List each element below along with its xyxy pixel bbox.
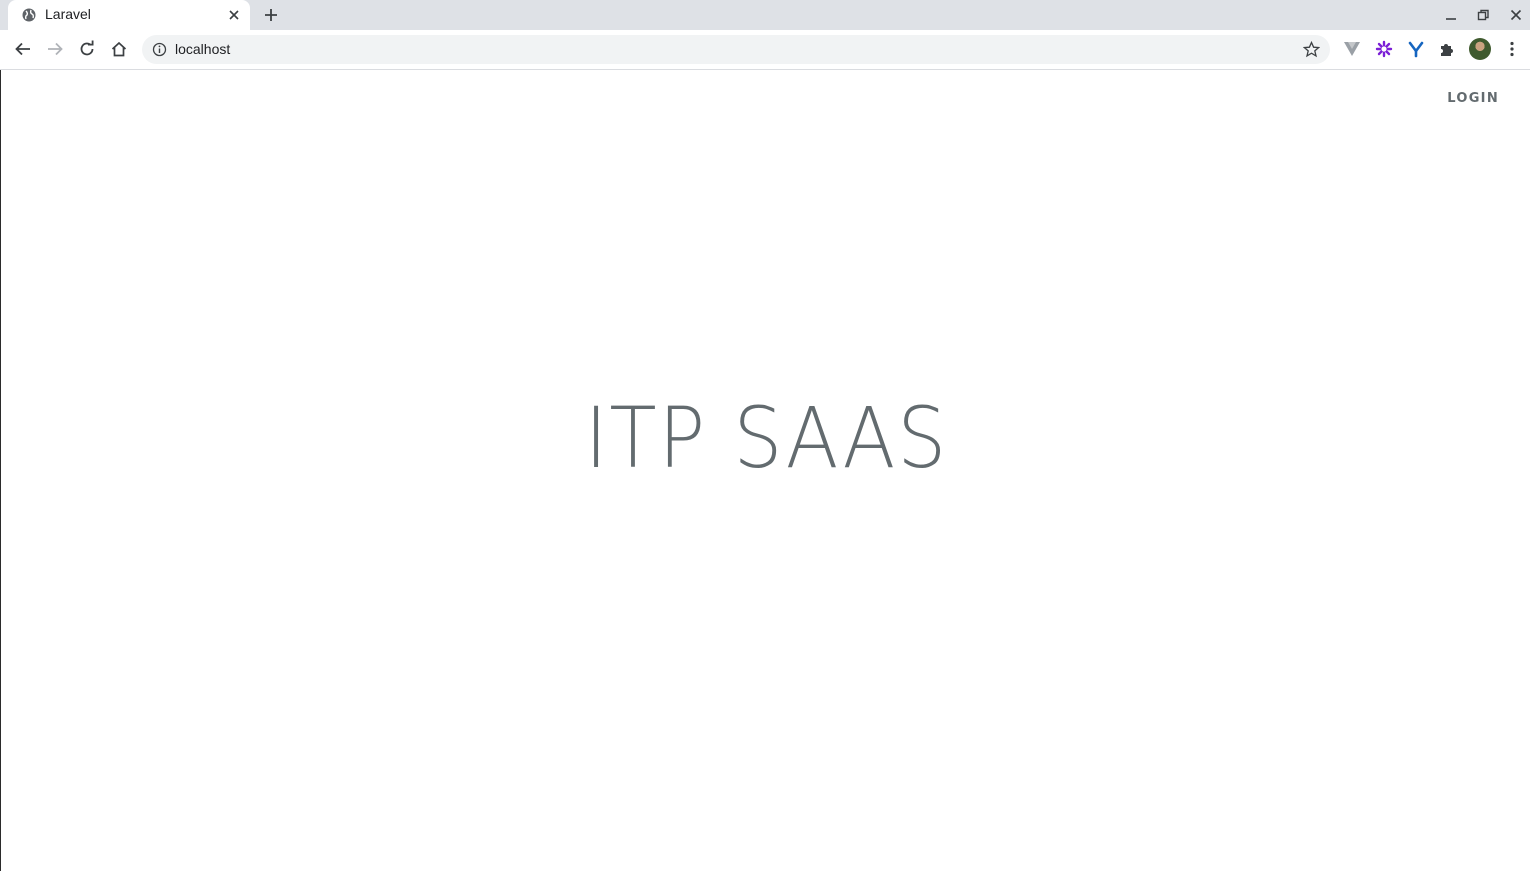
page-viewport: Login ITP SAAS: [0, 70, 1530, 871]
plus-icon[interactable]: [262, 6, 280, 24]
restore-icon[interactable]: [1475, 7, 1491, 23]
reload-icon[interactable]: [78, 40, 96, 58]
purple-flower-extension-icon[interactable]: [1375, 40, 1393, 58]
info-icon[interactable]: [152, 42, 167, 57]
tab-strip: Laravel: [0, 0, 1530, 30]
yoast-extension-icon[interactable]: [1407, 40, 1425, 58]
close-icon[interactable]: [226, 7, 242, 23]
back-arrow-icon[interactable]: [14, 40, 32, 58]
url-text[interactable]: localhost: [175, 41, 230, 57]
vuejs-devtools-icon[interactable]: [1343, 40, 1361, 58]
login-link[interactable]: Login: [1447, 91, 1499, 106]
kebab-menu-icon[interactable]: [1503, 40, 1521, 58]
address-bar[interactable]: localhost: [142, 35, 1330, 64]
forward-arrow-icon[interactable]: [46, 40, 64, 58]
tab-title: Laravel: [45, 6, 91, 22]
browser-toolbar: localhost: [0, 30, 1530, 70]
page-title: ITP SAAS: [1, 396, 1530, 480]
minimize-icon[interactable]: [1443, 7, 1459, 23]
globe-icon: [22, 8, 36, 22]
profile-avatar[interactable]: [1469, 38, 1491, 60]
close-window-icon[interactable]: [1508, 7, 1524, 23]
page-title-text: ITP SAAS: [584, 389, 948, 487]
puzzle-extensions-icon[interactable]: [1438, 40, 1456, 58]
browser-tab[interactable]: Laravel: [8, 0, 250, 30]
star-icon[interactable]: [1303, 41, 1320, 58]
home-icon[interactable]: [110, 40, 128, 58]
